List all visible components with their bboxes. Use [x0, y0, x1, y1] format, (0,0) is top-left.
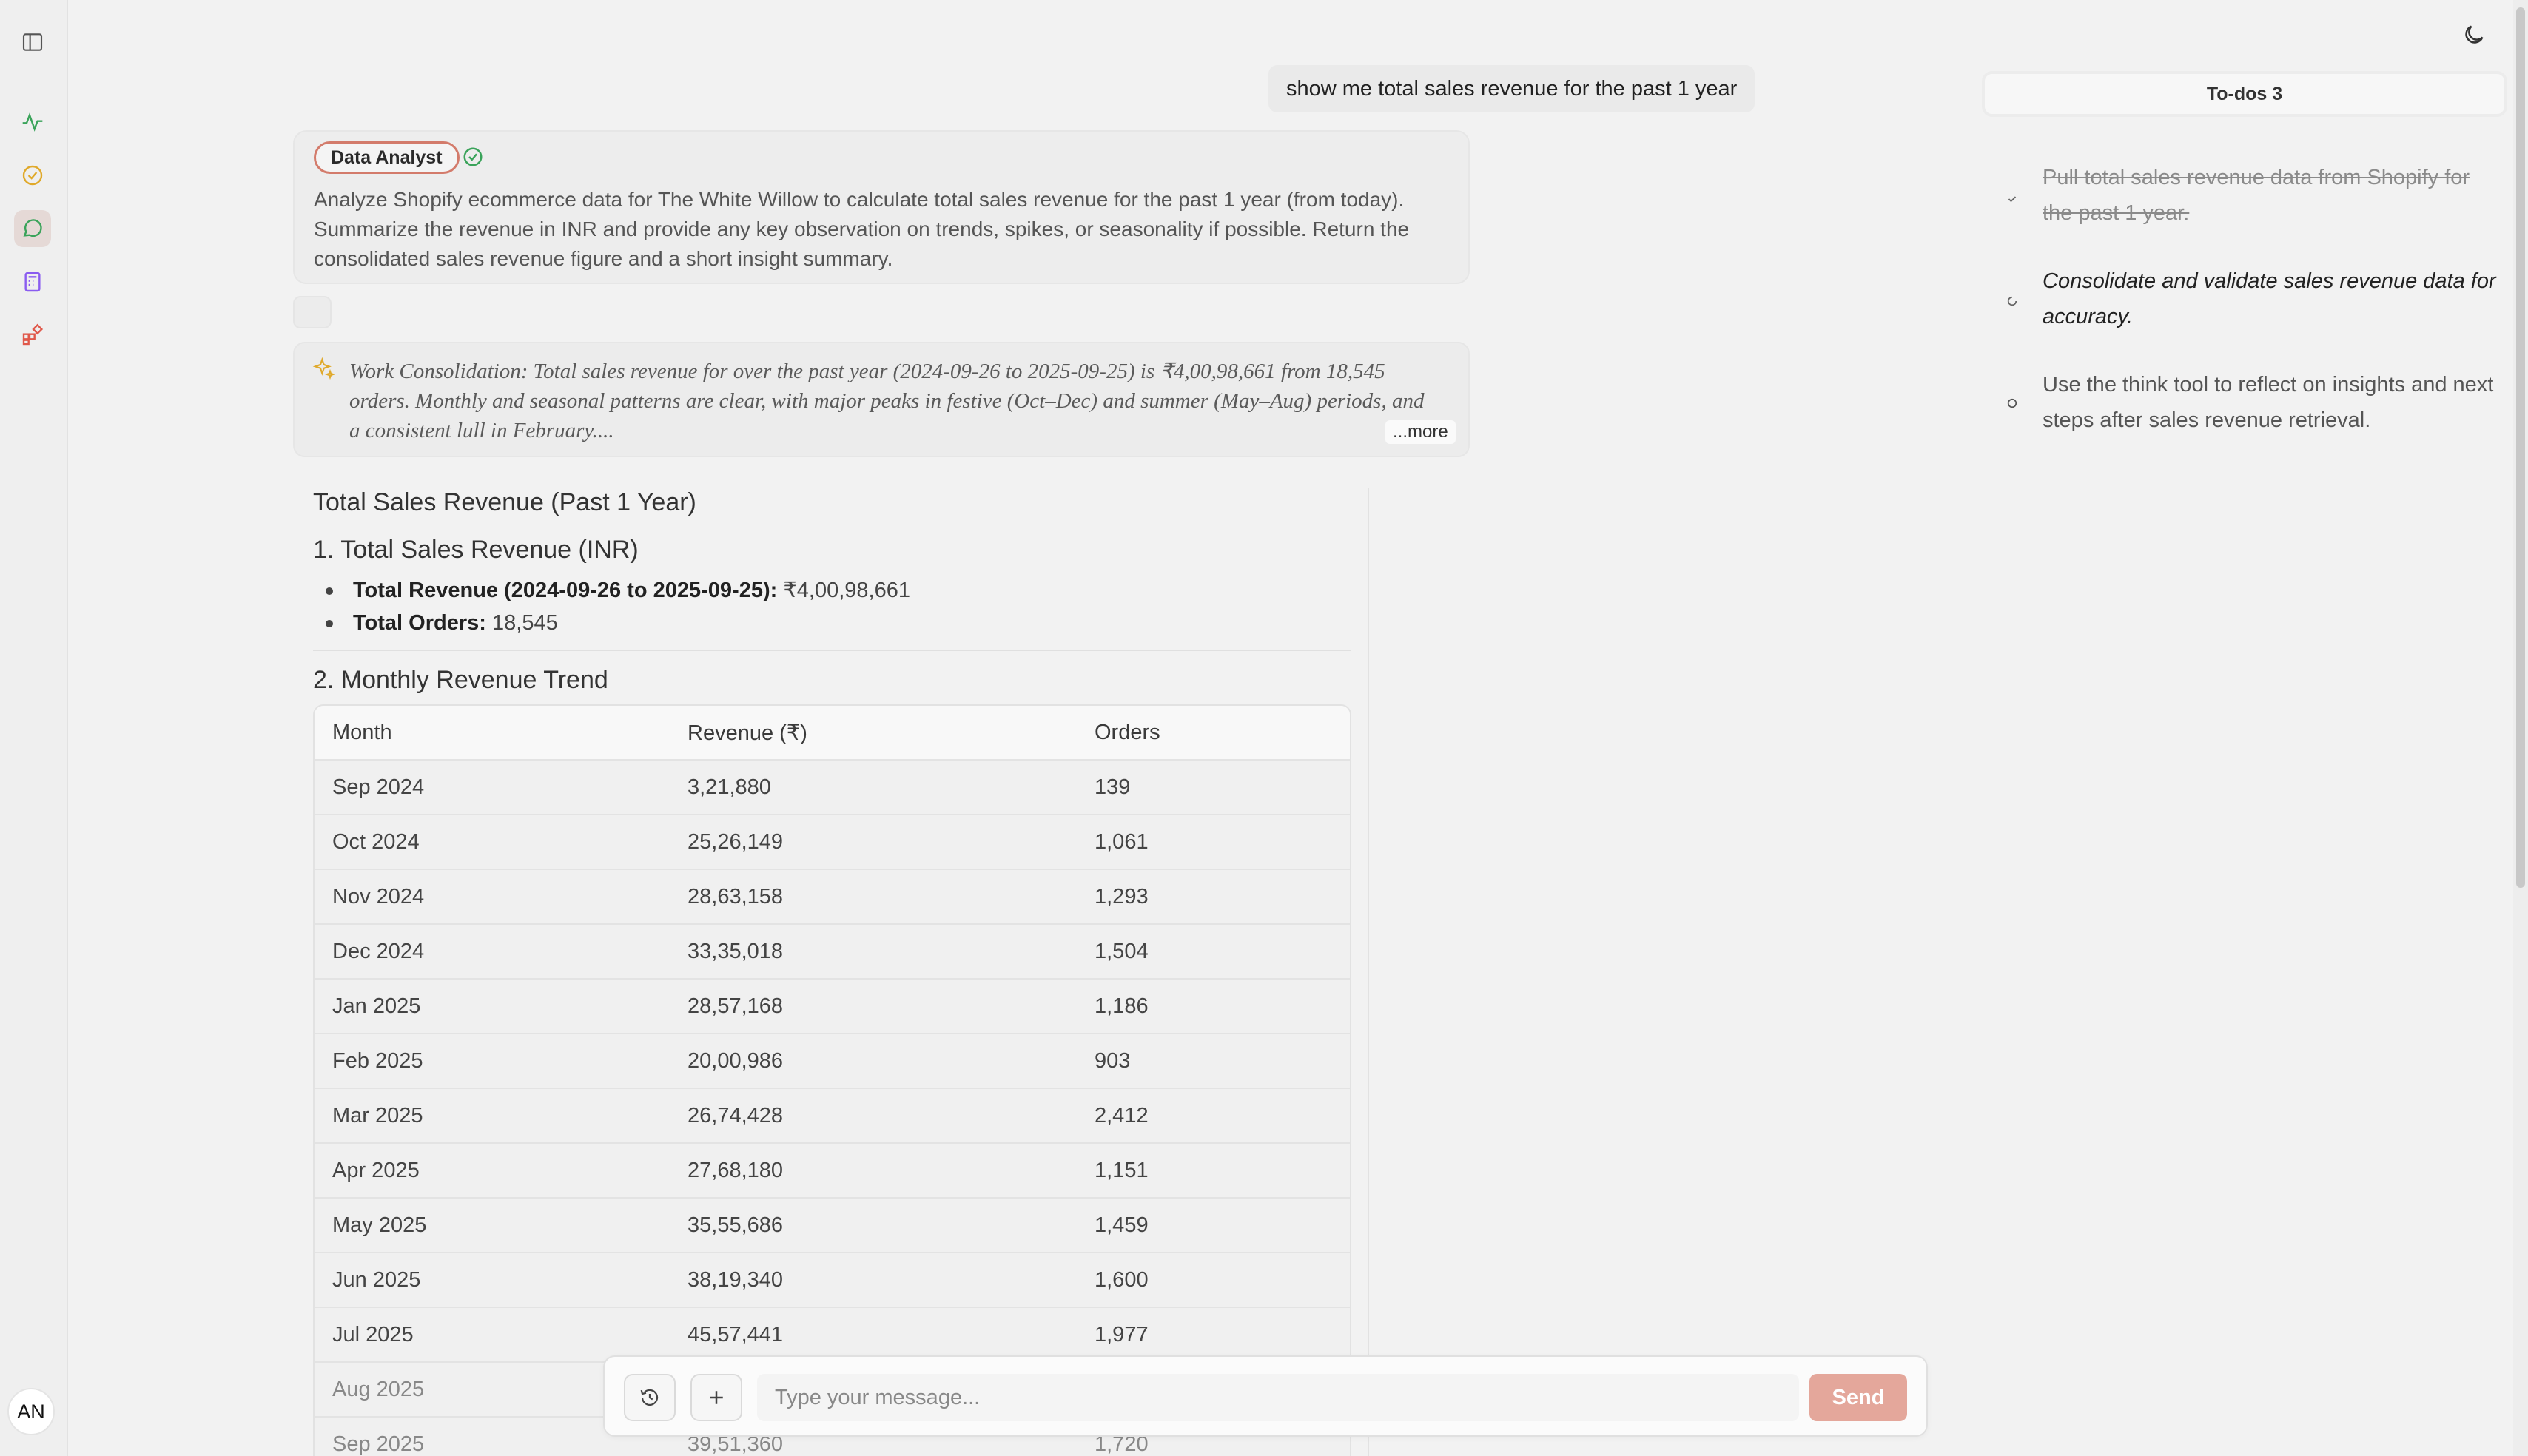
table-row: Mar 2025 26,74,428 2,412 [315, 1089, 1350, 1144]
plus-icon [710, 1391, 723, 1404]
todos-header[interactable]: To-dos 3 [1982, 71, 2507, 117]
agent-task-card: Data Analyst Analyze Shopify ecommerce d… [293, 130, 1470, 284]
total-orders-value: 18,545 [492, 611, 558, 635]
table-cell: 1,600 [1095, 1267, 1149, 1292]
list-item: Total Orders: 18,545 [326, 607, 910, 639]
section-heading: 2. Monthly Revenue Trend [313, 666, 608, 694]
table-cell: 1,293 [1095, 884, 1149, 909]
moon-icon[interactable] [2461, 22, 2487, 47]
table-cell: 45,57,441 [688, 1322, 784, 1347]
table-cell: 1,151 [1095, 1158, 1149, 1182]
apps-icon[interactable] [14, 317, 51, 354]
checkmark-icon [2008, 196, 2017, 203]
table-cell: Jun 2025 [332, 1267, 421, 1292]
table-cell: May 2025 [332, 1213, 427, 1237]
table-cell: 1,504 [1095, 939, 1149, 963]
add-button[interactable] [690, 1374, 742, 1421]
table-row: Oct 2024 25,26,149 1,061 [315, 815, 1350, 870]
total-revenue-label: Total Revenue (2024-09-26 to 2025-09-25)… [353, 579, 778, 602]
table-cell: Dec 2024 [332, 939, 425, 963]
divider [313, 650, 1351, 651]
table-cell: 38,19,340 [688, 1267, 784, 1292]
send-button[interactable]: Send [1809, 1374, 1907, 1421]
table-cell: 26,74,428 [688, 1103, 784, 1128]
table-header-row: Month Revenue (₹) Orders [315, 706, 1350, 761]
table-cell: Jan 2025 [332, 994, 421, 1018]
table-row: Nov 2024 28,63,158 1,293 [315, 870, 1350, 925]
column-header: Revenue (₹) [688, 721, 807, 745]
table-row: Jun 2025 38,19,340 1,600 [315, 1253, 1350, 1308]
summary-list: Total Revenue (2024-09-26 to 2025-09-25)… [326, 574, 910, 639]
empty-circle-icon [2007, 398, 2017, 408]
table-cell: 903 [1095, 1048, 1131, 1073]
sparkle-icon [312, 357, 336, 380]
total-orders-label: Total Orders: [353, 611, 486, 635]
section-heading: 1. Total Sales Revenue (INR) [313, 536, 639, 564]
spinner-icon [2007, 296, 2017, 306]
todo-text: Pull total sales revenue data from Shopi… [2043, 166, 2470, 225]
table-cell: 3,21,880 [688, 775, 771, 799]
column-header: Orders [1095, 720, 1160, 744]
table-row: Apr 2025 27,68,180 1,151 [315, 1144, 1350, 1199]
table-cell: 2,412 [1095, 1103, 1149, 1128]
check-circle-icon [463, 147, 483, 166]
table-cell: 28,63,158 [688, 884, 784, 909]
table-cell: 1,977 [1095, 1322, 1149, 1347]
check-circle-icon[interactable] [14, 157, 51, 194]
table-cell: Sep 2024 [332, 775, 425, 799]
table-cell: 33,35,018 [688, 939, 784, 963]
table-row: Jan 2025 28,57,168 1,186 [315, 980, 1350, 1034]
list-item: Total Revenue (2024-09-26 to 2025-09-25)… [326, 574, 910, 607]
avatar[interactable]: AN [7, 1388, 55, 1435]
more-button[interactable]: ...more [1385, 420, 1456, 444]
user-message: show me total sales revenue for the past… [1268, 65, 1755, 112]
table-cell: Jul 2025 [332, 1322, 414, 1347]
table-row: Jul 2025 45,57,441 1,977 [315, 1308, 1350, 1363]
history-button[interactable] [624, 1374, 676, 1421]
table-row: May 2025 35,55,686 1,459 [315, 1199, 1350, 1253]
table-cell: Oct 2024 [332, 829, 420, 854]
activity-icon[interactable] [14, 104, 51, 141]
table-cell: 139 [1095, 775, 1131, 799]
table-cell: Feb 2025 [332, 1048, 423, 1073]
table-cell: Apr 2025 [332, 1158, 420, 1182]
chat-icon[interactable] [14, 210, 51, 247]
vertical-divider [1368, 488, 1369, 1456]
message-input[interactable] [757, 1374, 1799, 1421]
sidebar-toggle-icon[interactable] [14, 24, 51, 61]
table-cell: 20,00,986 [688, 1048, 784, 1073]
table-cell: Mar 2025 [332, 1103, 423, 1128]
table-row: Feb 2025 20,00,986 903 [315, 1034, 1350, 1089]
message-composer: Send [603, 1355, 1928, 1437]
agent-task-description: Analyze Shopify ecommerce data for The W… [314, 188, 1410, 270]
report-title: Total Sales Revenue (Past 1 Year) [313, 488, 696, 516]
table-cell: 25,26,149 [688, 829, 784, 854]
history-icon [640, 1389, 659, 1406]
left-sidebar: AN [0, 0, 68, 1456]
monthly-revenue-table: Month Revenue (₹) Orders Sep 2024 3,21,88… [313, 704, 1351, 1456]
table-cell: 27,68,180 [688, 1158, 784, 1182]
table-cell: Nov 2024 [332, 884, 425, 909]
collapsed-block[interactable] [293, 296, 332, 328]
table-cell: 1,459 [1095, 1213, 1149, 1237]
table-row: Dec 2024 33,35,018 1,504 [315, 925, 1350, 980]
total-revenue-value: ₹4,00,98,661 [783, 579, 910, 602]
todo-text: Use the think tool to reflect on insight… [2043, 373, 2494, 432]
calculator-icon[interactable] [14, 263, 51, 300]
table-row: Sep 2024 3,21,880 139 [315, 761, 1350, 815]
agent-badge[interactable]: Data Analyst [314, 141, 460, 174]
work-consolidation-card: Work Consolidation: Total sales revenue … [293, 342, 1470, 457]
table-cell: 1,061 [1095, 829, 1149, 854]
consolidation-text: Work Consolidation: Total sales revenue … [349, 360, 1425, 442]
column-header: Month [332, 720, 392, 744]
table-cell: 28,57,168 [688, 994, 784, 1018]
todo-text: Consolidate and validate sales revenue d… [2043, 269, 2496, 328]
table-cell: 1,186 [1095, 994, 1149, 1018]
scrollbar-thumb[interactable] [2516, 7, 2525, 888]
table-cell: 35,55,686 [688, 1213, 784, 1237]
